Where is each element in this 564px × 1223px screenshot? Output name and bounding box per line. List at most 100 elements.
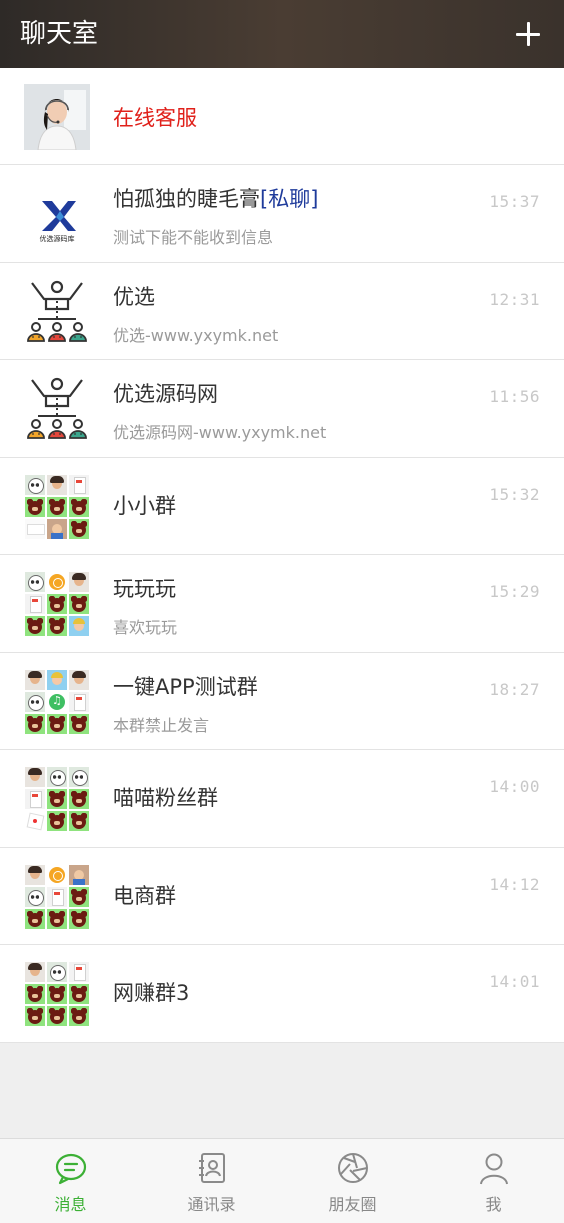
- member-avatar-tile: [69, 474, 89, 495]
- member-avatar-tile: [47, 496, 67, 517]
- tab-messages[interactable]: 消息: [0, 1139, 141, 1223]
- member-avatar-tile: [47, 474, 67, 495]
- member-avatar-tile: [69, 518, 89, 539]
- group-avatar-grid: [24, 863, 90, 930]
- member-avatar-tile: [69, 767, 89, 787]
- chat-time: 11:56: [489, 387, 540, 406]
- logo-text: 优选源码库: [40, 234, 75, 243]
- profile-icon: [479, 1153, 508, 1185]
- member-avatar-tile: [25, 572, 45, 592]
- member-avatar-tile: [69, 886, 89, 907]
- chat-avatar: [24, 376, 90, 442]
- chat-row[interactable]: 一键APP测试群本群禁止发言 18:27: [0, 652, 564, 750]
- tab-label: 通讯录: [187, 1195, 236, 1214]
- chat-row[interactable]: 电商群 14:12: [0, 847, 564, 945]
- chat-avatar: [24, 863, 90, 930]
- member-avatar-tile: [25, 767, 45, 787]
- chat-name-text: 优选源码网: [113, 382, 218, 406]
- tab-contacts[interactable]: 通讯录: [141, 1139, 282, 1223]
- member-avatar-tile: [25, 713, 45, 734]
- chat-preview: 优选源码网-www.yxymk.net: [113, 423, 327, 442]
- member-avatar-tile: [69, 789, 89, 809]
- member-avatar-tile: [47, 594, 67, 614]
- chat-name: 一键APP测试群: [113, 671, 258, 701]
- chat-avatar: [24, 766, 90, 832]
- chat-time: 14:00: [489, 777, 540, 796]
- member-avatar-tile: [47, 864, 67, 885]
- chat-name-text: 喵喵粉丝群: [113, 786, 218, 810]
- chat-row[interactable]: 小小群 15:32: [0, 457, 564, 555]
- member-avatar-tile: [47, 886, 67, 907]
- member-avatar-tile: [69, 496, 89, 517]
- chat-row[interactable]: 玩玩玩喜欢玩玩 15:29: [0, 555, 564, 653]
- chat-time: 15:29: [489, 582, 540, 601]
- chat-name-text: 一键APP测试群: [113, 674, 258, 699]
- member-avatar-tile: [69, 984, 89, 1004]
- member-avatar-tile: [25, 496, 45, 517]
- chat-name: 优选: [113, 281, 155, 311]
- contacts-icon: [198, 1153, 225, 1183]
- bottom-tabbar: 消息 通讯录 朋友圈 我: [0, 1138, 564, 1223]
- chat-name-text: 玩玩玩: [113, 577, 176, 601]
- member-avatar-tile: [47, 789, 67, 809]
- tab-label: 消息: [54, 1195, 87, 1214]
- member-avatar-tile: [47, 962, 67, 982]
- member-avatar-tile: [47, 984, 67, 1004]
- member-avatar-tile: [47, 811, 67, 831]
- group-avatar-grid: [24, 571, 90, 637]
- tab-moments[interactable]: 朋友圈: [282, 1139, 423, 1223]
- member-avatar-tile: [47, 572, 67, 592]
- chat-avatar: 优选源码库: [24, 181, 90, 247]
- chat-time: 18:27: [489, 679, 540, 699]
- moments-icon: [337, 1153, 368, 1183]
- member-avatar-tile: [69, 962, 89, 982]
- group-avatar-grid: [24, 961, 90, 1027]
- chat-row[interactable]: 优选 优选-www.yxymk.net 12:31: [0, 262, 564, 360]
- chat-preview: 本群禁止发言: [113, 715, 210, 735]
- chat-preview: 喜欢玩玩: [113, 618, 178, 637]
- service-name: 在线客服: [113, 106, 197, 130]
- chat-name-text: 网赚群3: [113, 981, 190, 1005]
- member-avatar-tile: [25, 594, 45, 614]
- member-avatar-tile: [25, 908, 45, 929]
- chat-name-text: 优选: [113, 284, 155, 309]
- plus-icon[interactable]: [510, 16, 546, 52]
- chat-preview: 测试下能不能收到信息: [113, 228, 274, 247]
- chat-name: 网赚群3: [113, 977, 189, 1007]
- member-avatar-tile: [47, 669, 67, 690]
- chat-row[interactable]: 优选源码网优选源码网-www.yxymk.net 11:56: [0, 360, 564, 458]
- member-avatar-tile: [25, 669, 45, 690]
- chat-row[interactable]: 优选源码库 怕孤独的睫毛膏[私聊] 测试下能不能收到信息 15:37: [0, 165, 564, 263]
- chat-avatar: [24, 473, 90, 540]
- member-avatar-tile: [69, 811, 89, 831]
- chat-time: 14:12: [489, 874, 540, 894]
- chat-time: 14:01: [489, 972, 540, 991]
- tab-profile[interactable]: 我: [423, 1139, 564, 1223]
- chat-list: 在线客服 优选源码库 怕孤独的睫毛膏[私聊] 测试下能不能收到信息 15:37 优选 优选…: [0, 68, 564, 1043]
- chat-name: 电商群: [113, 880, 176, 910]
- service-row[interactable]: 在线客服: [0, 68, 564, 165]
- member-avatar-tile: [25, 1006, 45, 1026]
- private-chat-tag: [私聊]: [260, 187, 319, 211]
- chat-time: 15:32: [489, 484, 540, 504]
- team-icon: [24, 376, 90, 442]
- chat-name-text: 小小群: [113, 493, 176, 518]
- member-avatar-tile: [25, 864, 45, 885]
- chat-name: 玩玩玩: [113, 573, 176, 603]
- group-avatar-grid: [24, 766, 90, 832]
- message-icon: [55, 1153, 86, 1185]
- group-avatar-grid: [24, 473, 90, 540]
- member-avatar-tile: [69, 594, 89, 614]
- member-avatar-tile: [25, 518, 45, 539]
- member-avatar-tile: [69, 713, 89, 734]
- chat-avatar: [24, 961, 90, 1027]
- chat-avatar: [24, 278, 90, 345]
- customer-service-avatar: [24, 84, 90, 150]
- chat-row[interactable]: 喵喵粉丝群 14:00: [0, 750, 564, 848]
- member-avatar-tile: [47, 518, 67, 539]
- member-avatar-tile: [25, 789, 45, 809]
- chat-time: 15:37: [489, 192, 540, 211]
- member-avatar-tile: [47, 908, 67, 929]
- chat-preview: 优选-www.yxymk.net: [113, 325, 279, 345]
- chat-row[interactable]: 网赚群3 14:01: [0, 945, 564, 1043]
